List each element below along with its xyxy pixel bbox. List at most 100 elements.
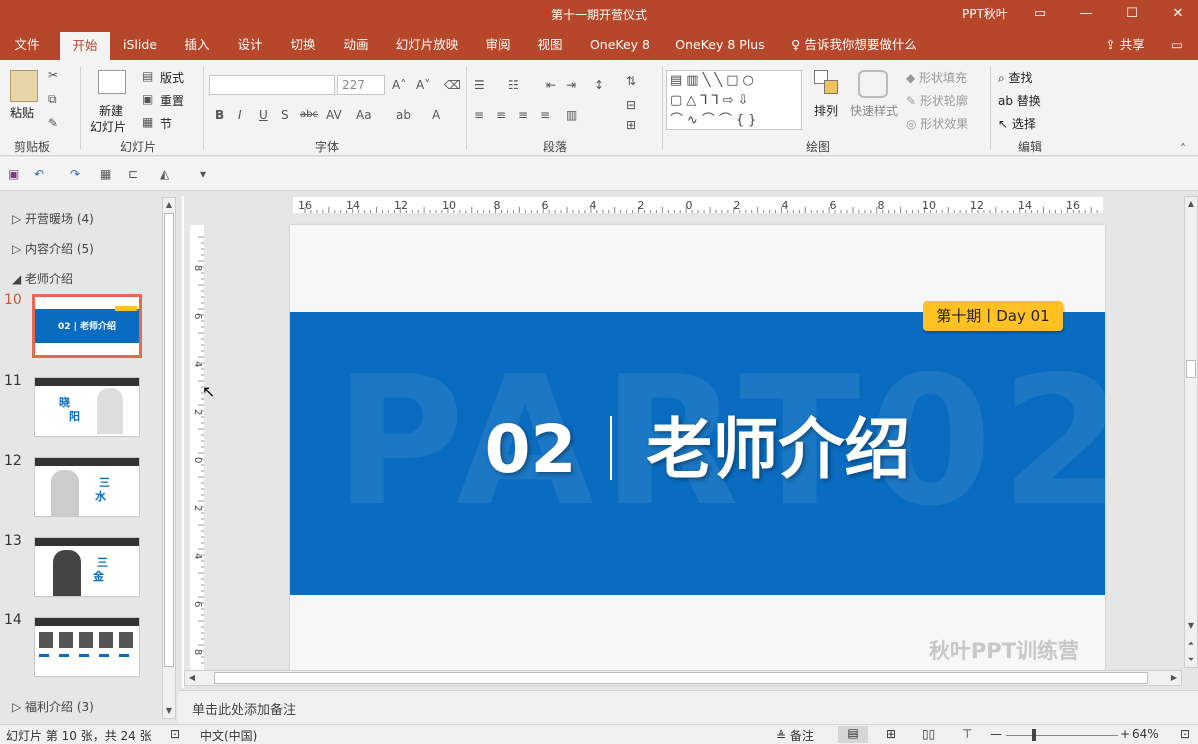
tell-me-box[interactable]: ♀ 告诉我你想要做什么 — [786, 30, 922, 60]
panel-divider[interactable] — [182, 196, 184, 688]
tab-file[interactable]: 文件 — [4, 30, 50, 60]
font-size-combo[interactable]: 227 — [337, 75, 385, 95]
previous-slide-icon[interactable]: ⏶ — [1184, 638, 1198, 650]
slide-thumbnail[interactable] — [34, 617, 140, 677]
zoom-out-icon[interactable]: — — [990, 727, 1002, 741]
reset-button[interactable]: 重置 — [160, 92, 184, 109]
underline-icon[interactable]: U — [259, 108, 268, 122]
align-center-icon[interactable]: ≡ — [496, 108, 506, 122]
line-spacing-icon[interactable]: ↕ — [594, 78, 604, 92]
tab-islide[interactable]: iSlide — [116, 30, 164, 60]
columns-icon[interactable]: ▥ — [566, 108, 577, 122]
scroll-down-icon[interactable]: ▼ — [162, 705, 176, 717]
tab-design[interactable]: 设计 — [228, 30, 272, 60]
section-header[interactable]: ▷ 福利介绍 (3) — [12, 698, 94, 715]
find-button[interactable]: ⌕ 查找 — [998, 69, 1033, 86]
share-button[interactable]: ⇪ 共享 — [1098, 30, 1152, 60]
close-icon[interactable]: ✕ — [1168, 4, 1188, 24]
strikethrough-icon[interactable]: abc — [300, 108, 318, 122]
scroll-right-icon[interactable]: ▶ — [1168, 672, 1180, 684]
reading-view-icon[interactable]: ▯▯ — [922, 727, 935, 741]
align-left-icon[interactable]: ≡ — [474, 108, 484, 122]
section-header[interactable]: ◢ 老师介绍 — [12, 270, 73, 287]
day-badge[interactable]: 第十期丨Day 01 — [923, 301, 1063, 331]
collapse-ribbon-icon[interactable]: ˄ — [1180, 142, 1186, 156]
tab-insert[interactable]: 插入 — [174, 30, 220, 60]
shapes-icon[interactable]: ◭ — [160, 167, 169, 181]
redo-icon[interactable]: ↷ — [70, 167, 80, 181]
tab-review[interactable]: 审阅 — [476, 30, 520, 60]
slide-headline[interactable]: 02 老师介绍 — [290, 410, 1105, 490]
slide-thumbnail[interactable]: 三 金 — [34, 537, 140, 597]
zoom-slider[interactable] — [1006, 735, 1118, 736]
shadow-icon[interactable]: S — [281, 108, 289, 122]
cut-icon[interactable]: ✂ — [48, 68, 58, 82]
scroll-up-icon[interactable]: ▲ — [1184, 198, 1198, 210]
fit-slide-icon[interactable]: ⊡ — [1180, 727, 1190, 741]
format-icon[interactable]: ⊏ — [128, 167, 138, 181]
italic-icon[interactable]: I — [238, 108, 242, 122]
customize-qat-icon[interactable]: ▾ — [200, 167, 206, 181]
section-header[interactable]: ▷ 内容介绍 (5) — [12, 240, 94, 257]
bold-icon[interactable]: B — [215, 108, 224, 122]
shrink-font-icon[interactable]: A˅ — [416, 78, 430, 92]
section-header[interactable]: ▷ 开营暖场 (4) — [12, 210, 94, 227]
paste-icon[interactable] — [10, 70, 38, 102]
paste-label[interactable]: 粘贴 — [10, 104, 34, 121]
slide-thumbnail[interactable]: 02 | 老师介绍 — [32, 294, 142, 358]
user-name[interactable]: PPT秋叶 — [962, 5, 1008, 22]
text-direction-icon[interactable]: ⇅ — [626, 74, 636, 88]
quick-styles-icon[interactable] — [858, 70, 888, 98]
language-indicator[interactable]: 中文(中国) — [200, 727, 257, 744]
arrange-button[interactable]: 排列 — [814, 102, 838, 119]
scroll-thumb[interactable] — [214, 672, 1148, 684]
minimize-icon[interactable]: — — [1076, 4, 1096, 24]
comments-icon[interactable]: ▭ — [1164, 30, 1190, 60]
slide-thumbnail[interactable]: 三 水 — [34, 457, 140, 517]
slideshow-view-icon[interactable]: ⊤ — [962, 727, 972, 741]
tab-onekey8plus[interactable]: OneKey 8 Plus — [668, 30, 772, 60]
shape-outline-button[interactable]: ✎ 形状轮廓 — [906, 92, 968, 109]
arrange-icon[interactable] — [814, 70, 840, 96]
format-painter-icon[interactable]: ✎ — [48, 116, 58, 130]
grow-font-icon[interactable]: A˄ — [392, 78, 406, 92]
normal-view-icon[interactable]: ▤ — [838, 726, 868, 743]
slide-sorter-icon[interactable]: ⊞ — [886, 727, 896, 741]
scroll-left-icon[interactable]: ◀ — [186, 672, 198, 684]
new-slide-label-2[interactable]: 幻灯片 — [90, 118, 126, 135]
bullets-icon[interactable]: ☰ — [474, 78, 485, 92]
shape-effects-button[interactable]: ◎ 形状效果 — [906, 115, 968, 132]
shapes-gallery[interactable]: ▤▥╲╲□○ ▢△⅂⅂⇨⇩ ⌒∿⌒⌒{} — [666, 70, 802, 130]
justify-icon[interactable]: ≡ — [540, 108, 550, 122]
zoom-in-icon[interactable]: + — [1120, 727, 1130, 741]
shape-fill-button[interactable]: ◆ 形状填充 — [906, 69, 967, 86]
tab-animations[interactable]: 动画 — [334, 30, 378, 60]
ribbon-display-icon[interactable]: ▭ — [1030, 4, 1050, 24]
undo-icon[interactable]: ↶ — [34, 167, 44, 181]
spacing-icon[interactable]: AV — [326, 108, 342, 122]
zoom-slider-thumb[interactable] — [1032, 729, 1036, 741]
highlight-icon[interactable]: ab — [396, 108, 411, 122]
scroll-up-icon[interactable]: ▲ — [162, 199, 176, 211]
start-slideshow-icon[interactable]: ▦ — [100, 167, 111, 181]
smartart-icon[interactable]: ⊞ — [626, 118, 636, 132]
save-icon[interactable]: ▣ — [8, 167, 19, 181]
decrease-indent-icon[interactable]: ⇤ — [546, 78, 556, 92]
tab-transitions[interactable]: 切换 — [280, 30, 326, 60]
tab-slideshow[interactable]: 幻灯片放映 — [388, 30, 466, 60]
maximize-icon[interactable]: ☐ — [1122, 4, 1142, 24]
align-right-icon[interactable]: ≡ — [518, 108, 528, 122]
zoom-level[interactable]: 64% — [1132, 727, 1159, 741]
new-slide-icon[interactable] — [98, 70, 126, 94]
tab-onekey8[interactable]: OneKey 8 — [584, 30, 656, 60]
replace-button[interactable]: ab 替换 — [998, 92, 1041, 109]
numbering-icon[interactable]: ☷ — [508, 78, 519, 92]
slide-thumbnail[interactable]: 晓 阳 — [34, 377, 140, 437]
next-slide-icon[interactable]: ⏷ — [1184, 654, 1198, 666]
section-button[interactable]: 节 — [160, 115, 172, 132]
tab-view[interactable]: 视图 — [528, 30, 572, 60]
editor-vertical-scrollbar[interactable] — [1184, 196, 1198, 668]
slide-canvas[interactable]: PART02 02 老师介绍 第十期丨Day 01 秋叶PPT训练营 — [290, 225, 1105, 671]
notes-toggle[interactable]: ≜ 备注 — [776, 727, 814, 744]
font-color-icon[interactable]: A — [432, 108, 440, 122]
